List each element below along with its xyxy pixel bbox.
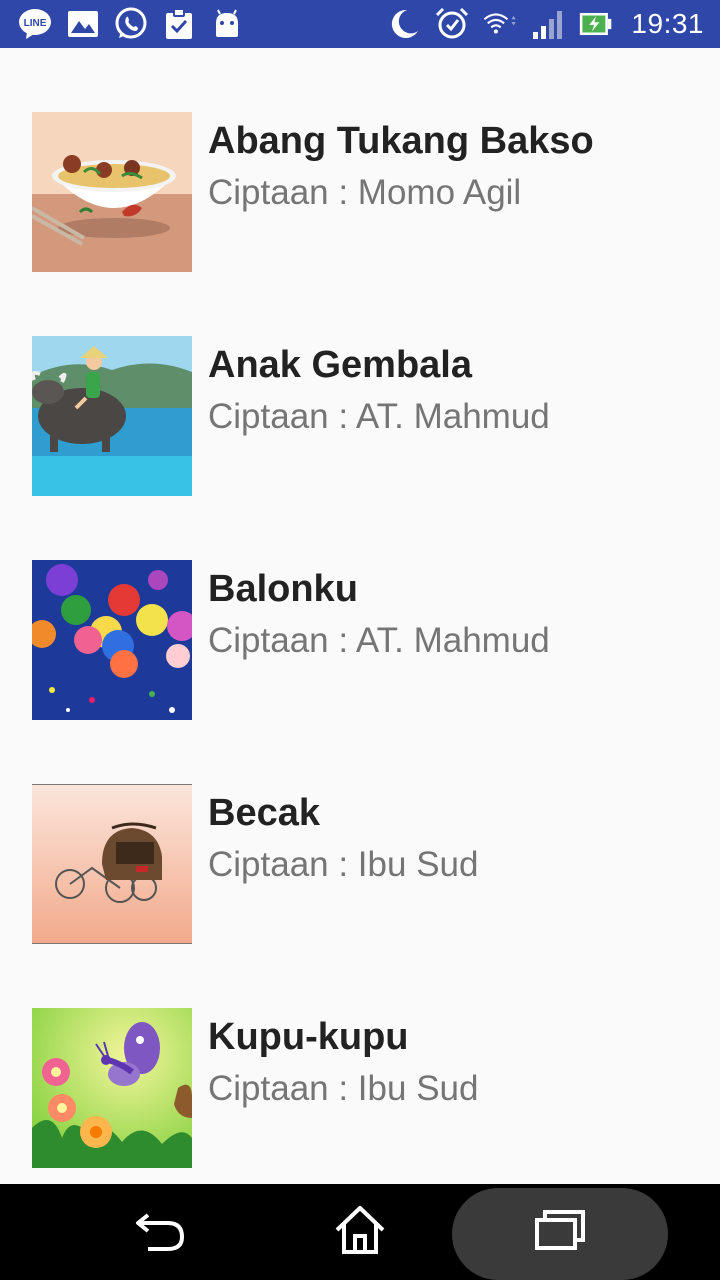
list-item[interactable]: Anak Gembala Ciptaan : AT. Mahmud (0, 272, 720, 496)
song-title: Anak Gembala (208, 344, 472, 386)
whatsapp-icon (114, 7, 148, 41)
list-item[interactable]: Balonku Ciptaan : AT. Mahmud (0, 496, 720, 720)
android-icon (210, 7, 244, 41)
line-icon: LINE (18, 7, 52, 41)
song-title: Abang Tukang Bakso (208, 120, 594, 162)
list-item[interactable]: Kupu-kupu Ciptaan : Ibu Sud (0, 944, 720, 1168)
song-composer: Ciptaan : AT. Mahmud (208, 397, 550, 436)
wifi-icon (483, 7, 517, 41)
navigation-bar (0, 1184, 720, 1280)
song-list[interactable]: Abang Tukang Bakso Ciptaan : Momo Agil A… (0, 48, 720, 1184)
back-button[interactable] (90, 1184, 230, 1280)
boy-on-buffalo-thumbnail (32, 336, 192, 496)
home-button[interactable] (290, 1184, 430, 1280)
home-icon (333, 1204, 387, 1261)
list-item[interactable]: Becak Ciptaan : Ibu Sud (0, 720, 720, 944)
battery-charging-icon (579, 7, 613, 41)
signal-icon (531, 7, 565, 41)
becak-thumbnail (32, 784, 192, 944)
image-icon (66, 7, 100, 41)
list-item[interactable]: Abang Tukang Bakso Ciptaan : Momo Agil (0, 48, 720, 272)
notification-icons: LINE (18, 6, 244, 42)
svg-text:LINE: LINE (24, 18, 47, 29)
song-composer: Ciptaan : Ibu Sud (208, 845, 479, 884)
song-title: Balonku (208, 568, 358, 610)
song-composer: Ciptaan : AT. Mahmud (208, 621, 550, 660)
song-title: Kupu-kupu (208, 1016, 409, 1058)
song-composer: Ciptaan : Momo Agil (208, 173, 522, 212)
clipboard-icon (162, 7, 196, 41)
back-icon (134, 1207, 186, 1258)
moon-icon (387, 7, 421, 41)
butterfly-flowers-thumbnail (32, 1008, 192, 1168)
balloons-thumbnail (32, 560, 192, 720)
status-bar: LINE 19:31 (0, 0, 720, 48)
song-composer: Ciptaan : Ibu Sud (208, 1069, 479, 1108)
bakso-bowl-thumbnail (32, 112, 192, 272)
recents-icon (533, 1208, 587, 1257)
song-title: Becak (208, 792, 320, 834)
system-icons: 19:31 (387, 6, 704, 42)
clock: 19:31 (631, 8, 704, 39)
recents-button[interactable] (490, 1184, 630, 1280)
alarm-icon (435, 7, 469, 41)
